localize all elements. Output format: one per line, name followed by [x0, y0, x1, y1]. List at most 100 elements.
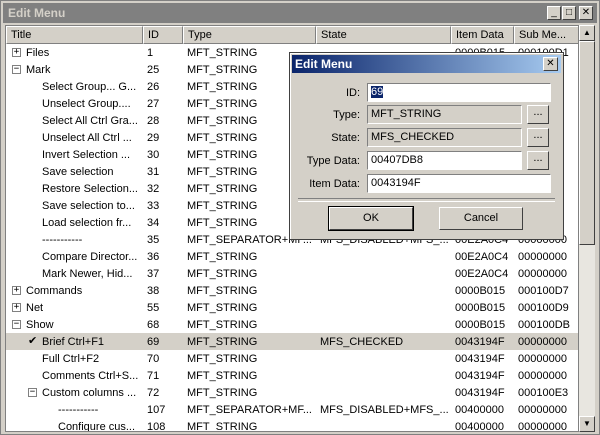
cell-title: Custom columns ... — [42, 387, 137, 399]
cell-title: ----------- — [42, 234, 83, 246]
column-header[interactable]: Type — [183, 26, 316, 44]
typedata-browse-button[interactable]: ... — [527, 151, 549, 170]
cell-state — [320, 386, 449, 400]
collapse-icon[interactable]: − — [12, 65, 21, 74]
collapse-icon[interactable]: − — [28, 388, 37, 397]
cell-id: 31 — [147, 166, 160, 178]
column-header[interactable]: Sub Me... — [514, 26, 578, 44]
cell-title: Unselect All Ctrl ... — [42, 132, 132, 144]
cell-id: 27 — [147, 98, 160, 110]
dialog-title: Edit Menu — [295, 57, 353, 71]
cell-title: Load selection fr... — [42, 217, 132, 229]
scroll-thumb[interactable] — [579, 41, 595, 245]
cell-id: 25 — [147, 64, 160, 76]
edit-menu-dialog: Edit Menu ✕ ID: 69 Type: MFT_STRING ... … — [289, 52, 564, 240]
cell-id: 28 — [147, 115, 160, 127]
cell-sub: 000100D7 — [518, 285, 569, 297]
cell-title: Mark — [26, 64, 51, 76]
cell-title: ----------- — [58, 404, 99, 416]
cell-type: MFT_STRING — [187, 387, 258, 399]
dialog-close-icon[interactable]: ✕ — [543, 57, 558, 71]
cell-title: Save selection — [42, 166, 114, 178]
ok-button[interactable]: OK — [328, 206, 414, 231]
cell-type: MFT_STRING — [187, 268, 258, 280]
minimize-icon[interactable]: _ — [547, 6, 561, 20]
cell-sub: 00000000 — [518, 353, 567, 365]
cell-data: 0000B015 — [455, 319, 506, 331]
cell-type: MFT_STRING — [187, 336, 258, 348]
cell-sub: 00000000 — [518, 251, 567, 263]
cell-id: 32 — [147, 183, 160, 195]
cell-title: Full Ctrl+F2 — [42, 353, 100, 365]
table-row[interactable]: Configure cus... 108 MFT_STRING 00400000 000… — [6, 418, 578, 431]
column-header[interactable]: Item Data — [451, 26, 514, 44]
cell-id: 68 — [147, 319, 160, 331]
cell-title: Select Group... G... — [42, 81, 137, 93]
state-field[interactable]: MFS_CHECKED — [367, 128, 522, 147]
check-icon: ✔ — [28, 335, 38, 347]
scroll-down-icon[interactable]: ▼ — [579, 416, 595, 432]
cell-state — [320, 420, 449, 431]
window-titlebar[interactable]: Edit Menu _ □ ✕ — [3, 3, 597, 23]
state-browse-button[interactable]: ... — [527, 128, 549, 147]
state-label: State: — [331, 132, 360, 144]
cell-sub: 00000000 — [518, 336, 567, 348]
cell-title: Restore Selection... — [42, 183, 138, 195]
cell-title: Comments Ctrl+S... — [42, 370, 139, 382]
table-row[interactable]: Mark Newer, Hid... 37 MFT_STRING 00E2A0C4 00… — [6, 265, 578, 282]
cell-type: MFT_STRING — [187, 370, 258, 382]
id-label: ID: — [345, 87, 360, 99]
cell-id: 72 — [147, 387, 160, 399]
cell-id: 36 — [147, 251, 160, 263]
column-header[interactable]: Title — [6, 26, 143, 44]
cell-title: Files — [26, 47, 50, 59]
cell-data: 0000B015 — [455, 285, 506, 297]
cell-id: 30 — [147, 149, 160, 161]
type-field[interactable]: MFT_STRING — [367, 105, 522, 124]
cell-state — [320, 369, 449, 383]
dialog-titlebar[interactable]: Edit Menu ✕ — [292, 55, 561, 73]
itemdata-field[interactable]: 0043194F — [367, 174, 551, 193]
vertical-scrollbar[interactable]: ▲ ▼ — [579, 25, 595, 432]
expand-icon[interactable]: + — [12, 48, 21, 57]
cell-type: MFT_STRING — [187, 251, 258, 263]
cell-title: Commands — [26, 285, 83, 297]
table-row[interactable]: Compare Director... 36 MFT_STRING 00E2A0C4 0… — [6, 248, 578, 265]
cell-data: 00E2A0C4 — [455, 251, 509, 263]
expand-icon[interactable]: + — [12, 303, 21, 312]
table-row[interactable]: Full Ctrl+F2 70 MFT_STRING 0043194F 00000000 — [6, 350, 578, 367]
table-row[interactable]: − Show 68 MFT_STRING 0000B015 000100DB — [6, 316, 578, 333]
cell-id: 70 — [147, 353, 160, 365]
id-value: 69 — [371, 86, 384, 98]
cell-sub: 000100E3 — [518, 387, 569, 399]
table-row[interactable]: + Net 55 MFT_STRING 0000B015 000100D9 — [6, 299, 578, 316]
cell-title: Unselect Group.... — [42, 98, 131, 110]
close-icon[interactable]: ✕ — [579, 6, 593, 20]
cell-type: MFT_SEPARATOR+MF... — [187, 404, 312, 416]
table-row[interactable]: ✔ Brief Ctrl+F1 69 MFT_STRING MFS_CHECKED 004… — [6, 333, 578, 350]
cell-state — [320, 301, 449, 315]
cell-sub: 00000000 — [518, 404, 567, 416]
type-browse-button[interactable]: ... — [527, 105, 549, 124]
cell-title: Invert Selection ... — [42, 149, 131, 161]
table-row[interactable]: Comments Ctrl+S... 71 MFT_STRING 0043194F 00… — [6, 367, 578, 384]
table-row[interactable]: − Custom columns ... 72 MFT_STRING 0043194F 0… — [6, 384, 578, 401]
column-header[interactable]: State — [316, 26, 451, 44]
scroll-up-icon[interactable]: ▲ — [579, 25, 595, 41]
column-header[interactable]: ID — [143, 26, 183, 44]
maximize-icon[interactable]: □ — [562, 6, 576, 20]
collapse-icon[interactable]: − — [12, 320, 21, 329]
cell-state: MFS_CHECKED — [320, 336, 404, 348]
table-row[interactable]: ----------- 107 MFT_SEPARATOR+MF... MFS_DIS… — [6, 401, 578, 418]
id-field[interactable]: 69 — [367, 83, 551, 102]
window-title: Edit Menu — [8, 6, 66, 20]
cell-title: Compare Director... — [42, 251, 138, 263]
typedata-field[interactable]: 00407DB8 — [367, 151, 522, 170]
cell-sub: 000100DB — [518, 319, 570, 331]
type-label: Type: — [333, 109, 360, 121]
expand-icon[interactable]: + — [12, 286, 21, 295]
cell-data: 00E2A0C4 — [455, 268, 509, 280]
cell-id: 29 — [147, 132, 160, 144]
cancel-button[interactable]: Cancel — [439, 207, 523, 230]
table-row[interactable]: + Commands 38 MFT_STRING 0000B015 000100D7 — [6, 282, 578, 299]
